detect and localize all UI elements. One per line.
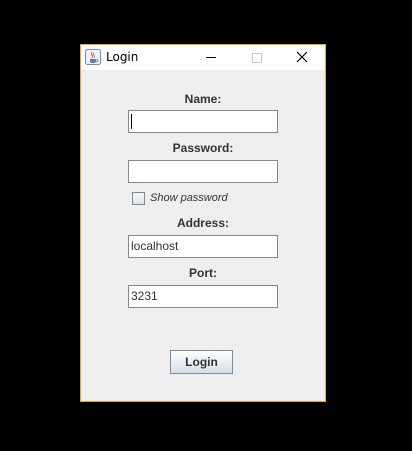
minimize-button[interactable]: [188, 45, 234, 70]
name-field[interactable]: [128, 110, 278, 133]
title-bar[interactable]: Login: [81, 45, 325, 70]
maximize-icon: [252, 52, 262, 63]
minimize-icon: [206, 57, 216, 58]
password-field[interactable]: [128, 160, 278, 183]
address-field[interactable]: localhost: [128, 235, 278, 258]
maximize-button[interactable]: [234, 45, 280, 70]
show-password-row[interactable]: Show password: [132, 191, 228, 205]
address-label: Address:: [176, 216, 229, 230]
show-password-label[interactable]: Show password: [150, 192, 228, 204]
show-password-checkbox[interactable]: [132, 191, 145, 205]
java-cup-icon: [85, 49, 101, 65]
text-caret: [131, 114, 132, 129]
port-label: Port:: [189, 266, 217, 280]
window-title: Login: [106, 50, 139, 64]
close-icon: [296, 48, 308, 67]
name-label: Name:: [184, 92, 222, 106]
login-button[interactable]: Login: [170, 350, 233, 374]
login-window: Login Name: Password: Show password Addr…: [80, 44, 326, 402]
close-button[interactable]: [279, 45, 325, 70]
port-field[interactable]: 3231: [128, 285, 278, 308]
password-label: Password:: [172, 141, 234, 155]
form-panel: Name: Password: Show password Address: l…: [81, 70, 325, 401]
